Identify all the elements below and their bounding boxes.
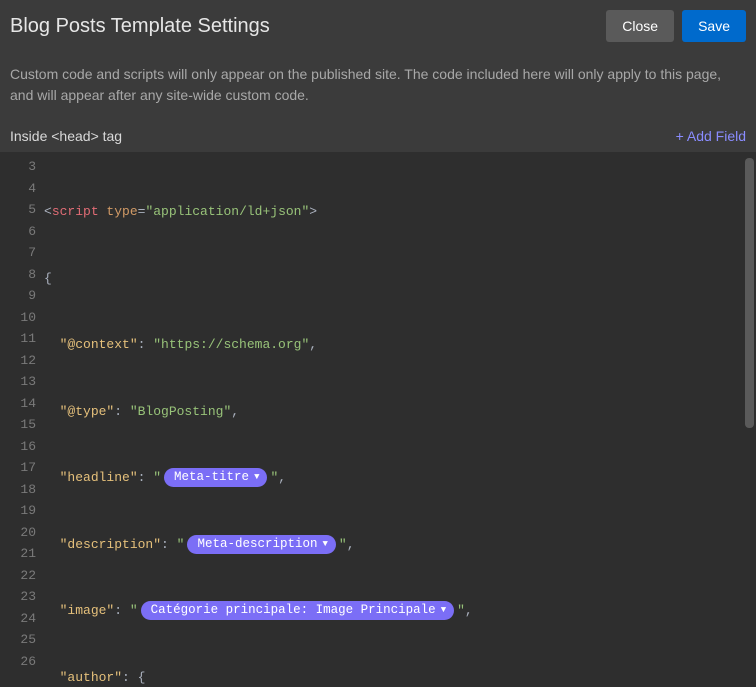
line-number: 14 <box>0 393 44 415</box>
modal-title: Blog Posts Template Settings <box>10 15 270 38</box>
code-line: "headline": "Meta-titre▼", <box>44 467 756 489</box>
add-field-button[interactable]: + Add Field <box>676 128 746 144</box>
code-line: "@type": "BlogPosting", <box>44 401 756 423</box>
chevron-down-icon: ▼ <box>254 467 259 489</box>
field-pill-meta-description[interactable]: Meta-description▼ <box>187 535 335 554</box>
section-bar: Inside <head> tag + Add Field <box>0 120 756 152</box>
line-number: 4 <box>0 178 44 200</box>
line-number: 7 <box>0 242 44 264</box>
line-number: 17 <box>0 457 44 479</box>
line-number: 20 <box>0 522 44 544</box>
line-number: 19 <box>0 500 44 522</box>
field-pill-category-image[interactable]: Catégorie principale: Image Principale▼ <box>141 601 454 620</box>
code-line: "author": { <box>44 667 756 687</box>
description-text: Custom code and scripts will only appear… <box>0 52 756 120</box>
line-number-gutter: 3456789101112131415161718192021222324252… <box>0 152 44 687</box>
section-label: Inside <head> tag <box>10 128 122 144</box>
line-number: 21 <box>0 543 44 565</box>
line-number: 26 <box>0 651 44 673</box>
line-number: 23 <box>0 586 44 608</box>
line-number: 24 <box>0 608 44 630</box>
chevron-down-icon: ▼ <box>441 600 446 622</box>
code-content[interactable]: <script type="application/ld+json"> { "@… <box>44 152 756 687</box>
line-number: 11 <box>0 328 44 350</box>
code-editor[interactable]: 3456789101112131415161718192021222324252… <box>0 152 756 687</box>
line-number: 8 <box>0 264 44 286</box>
code-line: "description": "Meta-description▼", <box>44 534 756 556</box>
line-number: 13 <box>0 371 44 393</box>
modal-header: Blog Posts Template Settings Close Save <box>0 0 756 52</box>
line-number: 6 <box>0 221 44 243</box>
chevron-down-icon: ▼ <box>322 534 327 556</box>
header-buttons: Close Save <box>606 10 746 42</box>
line-number: 3 <box>0 156 44 178</box>
save-button[interactable]: Save <box>682 10 746 42</box>
line-number: 12 <box>0 350 44 372</box>
line-number: 22 <box>0 565 44 587</box>
line-number: 15 <box>0 414 44 436</box>
line-number: 18 <box>0 479 44 501</box>
line-number: 5 <box>0 199 44 221</box>
line-number: 25 <box>0 629 44 651</box>
line-number: 9 <box>0 285 44 307</box>
field-pill-meta-titre[interactable]: Meta-titre▼ <box>164 468 267 487</box>
line-number: 10 <box>0 307 44 329</box>
code-line: <script type="application/ld+json"> <box>44 201 756 223</box>
code-line: { <box>44 268 756 290</box>
code-line: "@context": "https://schema.org", <box>44 334 756 356</box>
code-line: "image": "Catégorie principale: Image Pr… <box>44 600 756 622</box>
close-button[interactable]: Close <box>606 10 674 42</box>
line-number: 16 <box>0 436 44 458</box>
scrollbar-thumb[interactable] <box>745 158 754 428</box>
